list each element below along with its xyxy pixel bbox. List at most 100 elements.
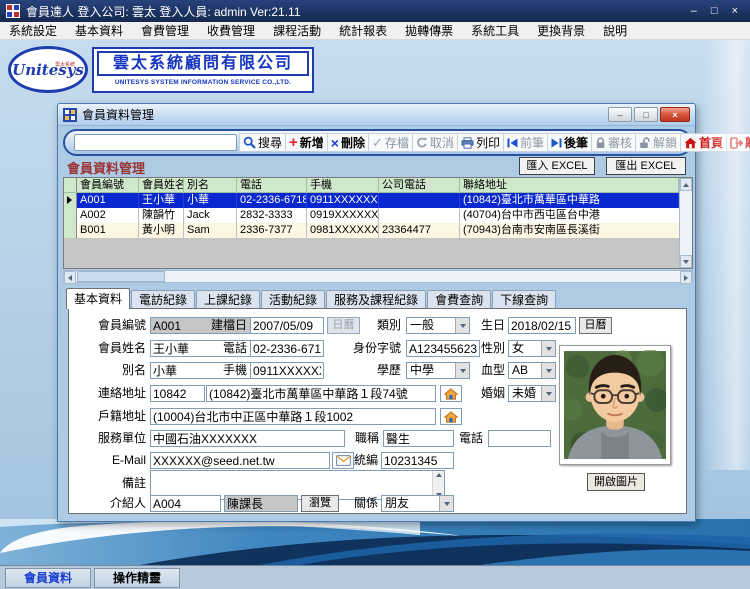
email-field[interactable] bbox=[150, 452, 330, 469]
mobile-field[interactable] bbox=[250, 362, 324, 379]
search-button[interactable]: 搜尋 bbox=[239, 133, 286, 152]
import-excel-button[interactable]: 匯入 EXCEL bbox=[519, 157, 595, 175]
col-member-name: 會員姓名 bbox=[139, 178, 184, 193]
referrer-code-field[interactable] bbox=[150, 495, 221, 512]
scrollbar-thumb[interactable] bbox=[77, 271, 165, 282]
maximize-icon[interactable]: □ bbox=[634, 107, 658, 122]
contact-zip-field[interactable] bbox=[150, 385, 205, 402]
menu-item-course-activity[interactable]: 課程活動 bbox=[264, 22, 330, 39]
col-mobile: 手機 bbox=[307, 178, 379, 193]
tab-basic-data[interactable]: 基本資料 bbox=[66, 288, 130, 309]
menu-item-system-tools[interactable]: 系統工具 bbox=[462, 22, 528, 39]
category-dropdown[interactable]: 一般 bbox=[406, 317, 470, 334]
scroll-left-icon[interactable] bbox=[64, 271, 76, 284]
audit-button[interactable]: 審核 bbox=[591, 133, 636, 152]
taskbar-item-wizard[interactable]: 操作精靈 bbox=[94, 568, 180, 588]
created-date-field[interactable] bbox=[250, 317, 324, 334]
marriage-dropdown[interactable]: 未婚 bbox=[508, 385, 556, 402]
work-phone-field[interactable] bbox=[488, 430, 551, 447]
member-photo bbox=[559, 345, 671, 465]
phone-label: 電話 bbox=[187, 340, 247, 357]
tab-service-course-records[interactable]: 服務及課程紀錄 bbox=[326, 290, 426, 309]
current-record-marker bbox=[67, 196, 72, 204]
table-row[interactable]: B001 黃小明 Sam 2336-7377 0981XXXXXX 233644… bbox=[64, 223, 692, 238]
chevron-down-icon[interactable] bbox=[439, 496, 453, 511]
education-dropdown[interactable]: 中學 bbox=[406, 362, 470, 379]
contact-address-label: 連絡地址 bbox=[69, 385, 146, 402]
birthday-field[interactable] bbox=[508, 317, 576, 334]
relation-dropdown[interactable]: 朋友 bbox=[381, 495, 454, 512]
unlock-button[interactable]: 解鎖 bbox=[635, 133, 681, 152]
close-icon[interactable]: × bbox=[732, 0, 738, 22]
referrer-name-field[interactable] bbox=[224, 495, 298, 512]
job-title-field[interactable] bbox=[383, 430, 454, 447]
unlock-icon bbox=[639, 137, 651, 149]
browse-button[interactable]: 瀏覽 bbox=[301, 495, 339, 512]
employer-field[interactable] bbox=[150, 430, 345, 447]
tax-id-field[interactable] bbox=[381, 452, 454, 469]
blood-type-dropdown[interactable]: AB bbox=[508, 362, 556, 379]
previous-record-button[interactable]: 前筆 bbox=[503, 133, 548, 152]
contact-address-field[interactable] bbox=[206, 385, 436, 402]
gender-dropdown[interactable]: 女 bbox=[508, 340, 556, 357]
created-date-label: 建檔日 bbox=[187, 317, 247, 334]
minimize-icon[interactable]: – bbox=[691, 0, 697, 22]
alias-label: 別名 bbox=[69, 362, 146, 379]
contact-address-lookup-button[interactable] bbox=[440, 385, 462, 402]
lock-icon bbox=[595, 137, 606, 149]
chevron-down-icon[interactable] bbox=[541, 341, 555, 356]
registered-address-field[interactable] bbox=[150, 408, 436, 425]
add-button[interactable]: + 新增 bbox=[285, 133, 328, 152]
table-row[interactable]: A001 王小華 小華 02-2336-6718 0911XXXXXX (108… bbox=[64, 193, 692, 208]
member-name-label: 會員姓名 bbox=[69, 340, 146, 357]
tab-fee-inquiry[interactable]: 會費查詢 bbox=[427, 290, 491, 309]
close-icon[interactable]: × bbox=[660, 107, 690, 122]
print-button[interactable]: 列印 bbox=[457, 133, 504, 152]
open-image-button[interactable]: 開啟圖片 bbox=[587, 473, 645, 491]
company-name-box: 雲太系統顧問有限公司 UNITESYS SYSTEM INFORMATION S… bbox=[92, 47, 314, 93]
table-row[interactable]: A002 陳韻竹 Jack 2832-3333 0919XXXXXX (4070… bbox=[64, 208, 692, 223]
cancel-button[interactable]: 取消 bbox=[412, 133, 458, 152]
scroll-up-icon[interactable] bbox=[436, 473, 442, 477]
registered-address-lookup-button[interactable] bbox=[440, 408, 462, 425]
taskbar-item-member-data[interactable]: 會員資料 bbox=[5, 568, 91, 588]
tab-activity-records[interactable]: 活動紀錄 bbox=[261, 290, 325, 309]
birthday-calendar-button[interactable]: 日曆 bbox=[579, 317, 612, 334]
menu-item-basic-data[interactable]: 基本資料 bbox=[66, 22, 132, 39]
minimize-icon[interactable]: – bbox=[608, 107, 632, 122]
phone-field[interactable] bbox=[250, 340, 324, 357]
save-button[interactable]: ✓ 存檔 bbox=[368, 133, 413, 152]
menu-item-charge-mgmt[interactable]: 收費管理 bbox=[198, 22, 264, 39]
menu-item-system-settings[interactable]: 系統設定 bbox=[0, 22, 66, 39]
search-input[interactable] bbox=[74, 134, 237, 151]
member-id-label: 會員編號 bbox=[69, 317, 146, 334]
next-record-button[interactable]: 後筆 bbox=[547, 133, 592, 152]
horizontal-scrollbar[interactable] bbox=[63, 270, 693, 283]
employer-label: 服務單位 bbox=[69, 430, 146, 447]
avatar bbox=[564, 350, 666, 460]
vertical-scrollbar[interactable] bbox=[679, 178, 692, 268]
tab-downline-inquiry[interactable]: 下線查詢 bbox=[492, 290, 556, 309]
member-window-titlebar: 會員資料管理 – □ × bbox=[58, 104, 695, 126]
company-name-en: UNITESYS SYSTEM INFORMATION SERVICE CO.,… bbox=[97, 79, 309, 86]
maximize-icon[interactable]: □ bbox=[711, 0, 718, 22]
app-icon bbox=[6, 4, 20, 18]
scroll-up-icon[interactable] bbox=[680, 178, 692, 191]
chevron-down-icon[interactable] bbox=[541, 386, 555, 401]
tab-class-records[interactable]: 上課紀錄 bbox=[196, 290, 260, 309]
menu-item-change-background[interactable]: 更換背景 bbox=[528, 22, 594, 39]
member-window-icon bbox=[63, 108, 77, 122]
menu-item-reports[interactable]: 統計報表 bbox=[330, 22, 396, 39]
export-excel-button[interactable]: 匯出 EXCEL bbox=[606, 157, 686, 175]
menu-item-help[interactable]: 說明 bbox=[594, 22, 636, 39]
job-title-label: 職稱 bbox=[337, 430, 379, 447]
delete-button[interactable]: × 刪除 bbox=[327, 133, 369, 152]
menu-item-voucher[interactable]: 拋轉傳票 bbox=[396, 22, 462, 39]
chevron-down-icon[interactable] bbox=[541, 363, 555, 378]
title-bar: 會員達人 登入公司: 雲太 登入人員: admin Ver:21.11 – □ … bbox=[0, 0, 750, 22]
plus-icon: + bbox=[289, 137, 298, 149]
tab-call-records[interactable]: 電訪紀錄 bbox=[131, 290, 195, 309]
scroll-down-icon[interactable] bbox=[680, 255, 692, 268]
scroll-right-icon[interactable] bbox=[680, 271, 692, 284]
menu-item-membership-fee[interactable]: 會費管理 bbox=[132, 22, 198, 39]
